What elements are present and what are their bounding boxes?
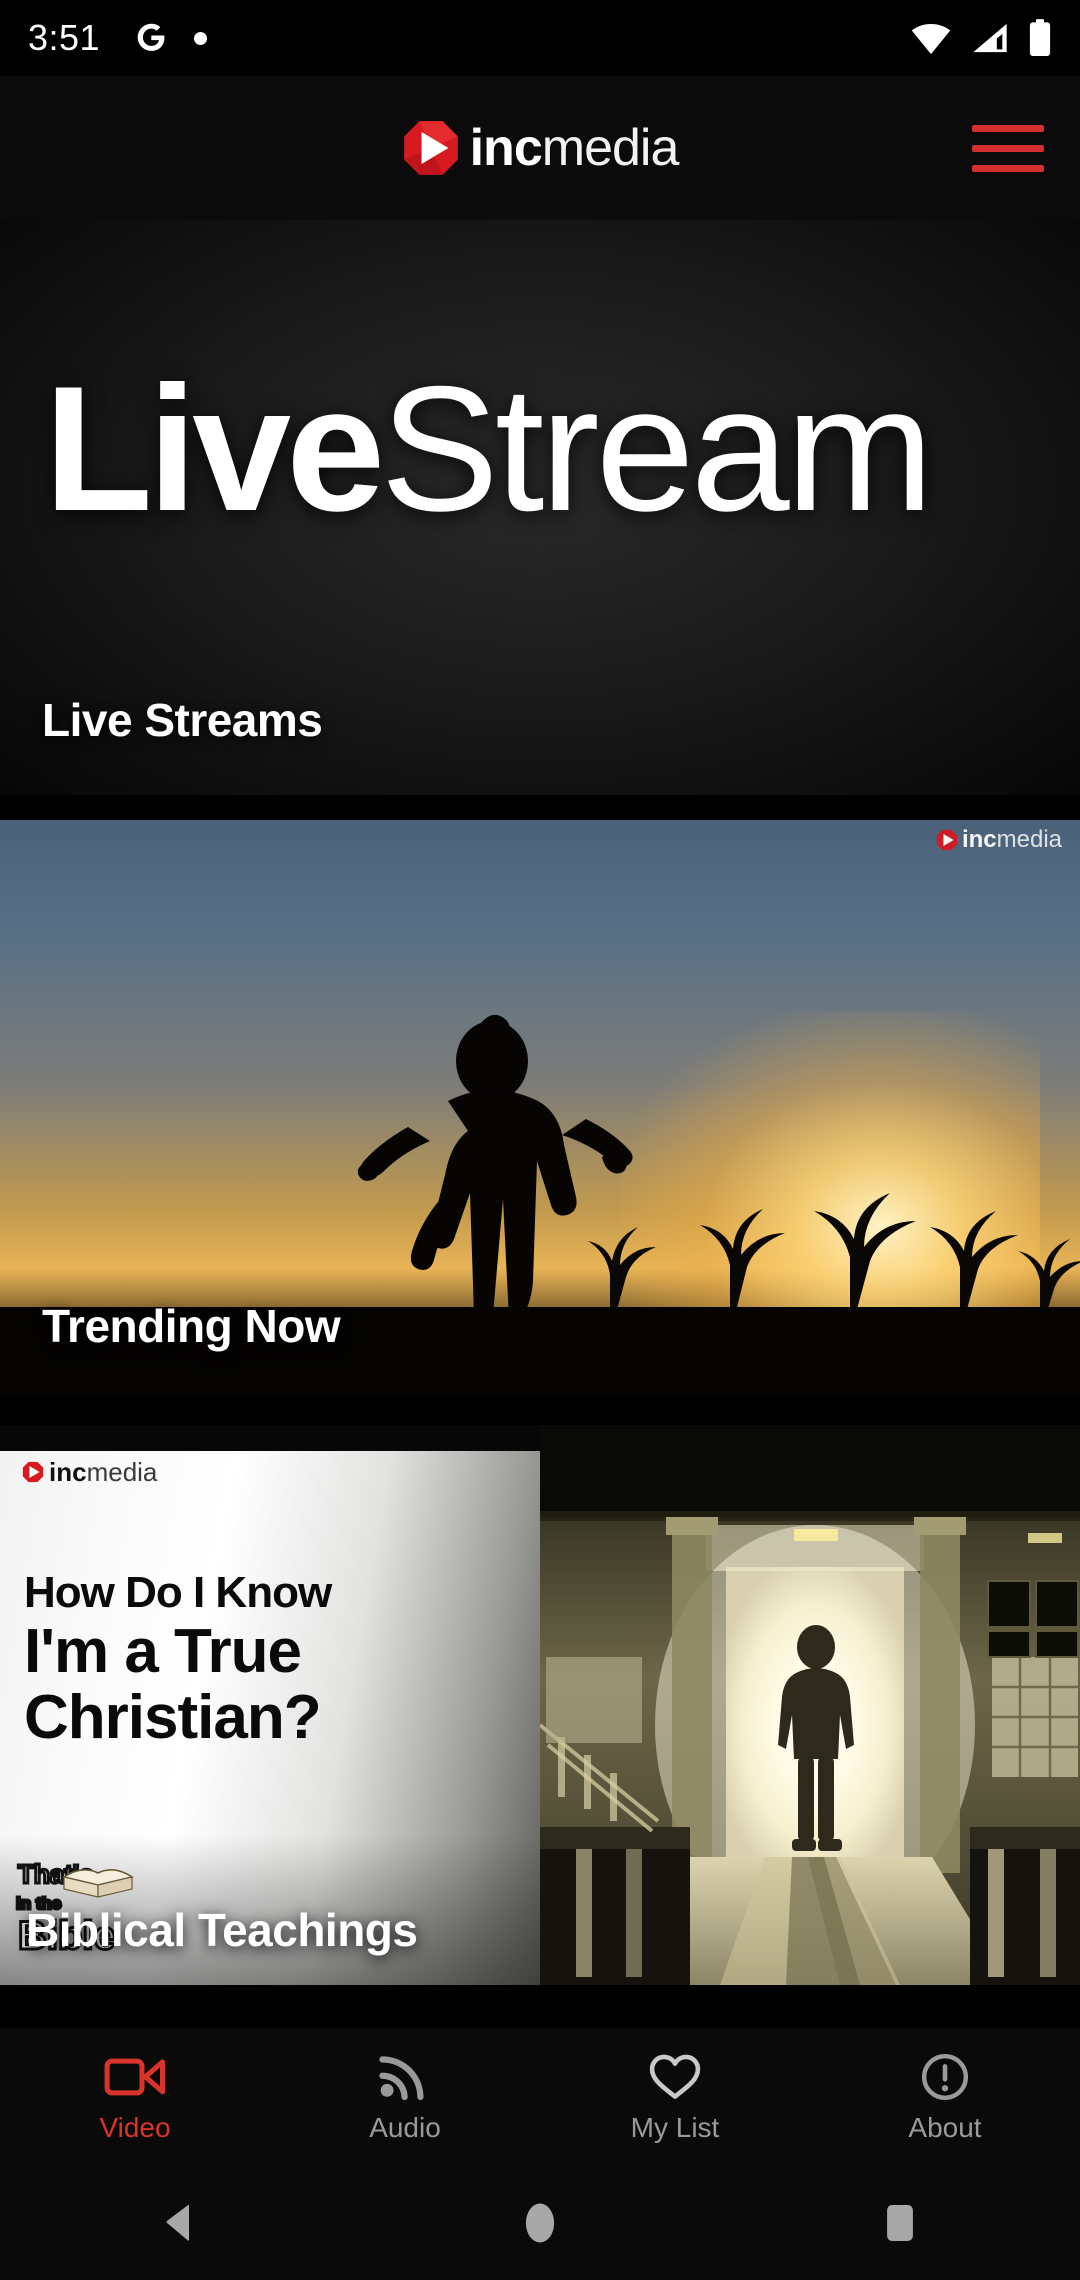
watermark-text: incmedia: [49, 1459, 157, 1485]
hero-card-live-streams[interactable]: LiveStream Live Streams: [0, 220, 1080, 795]
card-trending-now[interactable]: incmedia Trending Now: [0, 820, 1080, 1395]
app-logo[interactable]: incmedia: [402, 119, 679, 177]
android-navigation-bar: [0, 2166, 1080, 2280]
biblical-teachings-secondary-image[interactable]: [540, 1425, 1080, 1985]
section-gap-1: [0, 795, 1080, 820]
google-g-icon: [137, 23, 165, 51]
nav-label-video: Video: [99, 2112, 171, 2143]
thumbnail-headline-line2: I'm a True: [24, 1617, 302, 1686]
thumbnail-headline-line3: Christian?: [24, 1683, 322, 1752]
back-triangle-icon: [166, 2204, 189, 2241]
status-bar: 3:51: [0, 0, 1080, 76]
incmedia-play-logo-icon: [22, 1461, 44, 1483]
hero-headline-bold: Live: [44, 349, 385, 548]
nav-label-my-list: My List: [630, 2112, 720, 2143]
status-bar-system-icons: [910, 19, 1052, 57]
nav-label-audio: Audio: [369, 2112, 441, 2143]
wifi-icon: [911, 24, 951, 55]
hero-headline: LiveStream: [44, 360, 1044, 538]
watermark-light: media: [86, 1457, 158, 1487]
app-root: 3:51 incmedia LiveStream Live Streams in…: [0, 0, 1080, 2280]
incmedia-play-logo-icon: [936, 829, 958, 851]
watermark-bold: inc: [49, 1457, 87, 1487]
android-home-button[interactable]: [475, 2166, 605, 2280]
nav-item-my-list[interactable]: My List: [540, 2028, 810, 2166]
hero-card-label: Live Streams: [42, 694, 323, 746]
nav-item-about[interactable]: About: [810, 2028, 1080, 2166]
card-biblical-teachings[interactable]: incmedia How Do I Know I'm a True Christ…: [0, 1425, 1080, 1985]
status-bar-clock: 3:51: [28, 17, 101, 58]
watermark-light: media: [996, 826, 1062, 853]
cellular-signal-icon: [973, 23, 1007, 53]
nav-label-about: About: [908, 2112, 982, 2143]
chapel-doorway-light-image: [540, 1425, 1080, 1985]
notification-dot-icon: [194, 31, 208, 45]
hamburger-line-3: [972, 164, 1044, 172]
android-recents-button[interactable]: [835, 2166, 965, 2280]
incmedia-play-logo-icon: [403, 121, 458, 175]
person-arms-raised-silhouette: [357, 1014, 633, 1325]
watermark-bold: inc: [961, 826, 997, 853]
section-gap-2: [0, 1395, 1080, 1425]
hero-headline-light: Stream: [380, 349, 934, 548]
android-back-button[interactable]: [115, 2166, 245, 2280]
card-watermark-biblical: incmedia: [22, 1459, 157, 1485]
card-label-trending-now: Trending Now: [42, 1300, 341, 1352]
app-brand-text: incmedia: [469, 119, 680, 177]
brand-light: media: [541, 119, 680, 177]
hamburger-line-1: [972, 124, 1044, 132]
bottom-navigation-bar: Video Audio My List About: [0, 2028, 1080, 2166]
hamburger-menu-icon[interactable]: [972, 120, 1044, 176]
thumbnail-top-bar: [0, 1425, 540, 1451]
thumbnail-headline: How Do I Know I'm a True Christian?: [24, 1571, 524, 1749]
nav-item-video[interactable]: Video: [0, 2028, 270, 2166]
nav-item-audio[interactable]: Audio: [270, 2028, 540, 2166]
hamburger-line-2: [972, 144, 1044, 152]
thumbnail-headline-line1: How Do I Know: [24, 1568, 332, 1617]
recents-square-icon: [887, 2205, 913, 2241]
content-scroll-area[interactable]: LiveStream Live Streams incmedia Trendin…: [0, 220, 1080, 2028]
biblical-teachings-thumbnail[interactable]: incmedia How Do I Know I'm a True Christ…: [0, 1425, 540, 1985]
app-bar: incmedia: [0, 76, 1080, 220]
info-exclamation-circle-icon: [921, 2053, 969, 2101]
watermark-text: incmedia: [962, 828, 1062, 852]
card-label-biblical-teachings: Biblical Teachings: [26, 1904, 418, 1956]
heart-icon: [649, 2054, 701, 2099]
status-bar-notification-icons: [134, 21, 208, 55]
rss-waves-icon: [379, 2056, 424, 2101]
video-camera-icon: [104, 2058, 166, 2096]
home-circle-icon: [525, 2203, 555, 2243]
brand-bold: inc: [469, 119, 543, 177]
battery-icon: [1029, 19, 1051, 56]
card-watermark-trending: incmedia: [936, 828, 1062, 852]
